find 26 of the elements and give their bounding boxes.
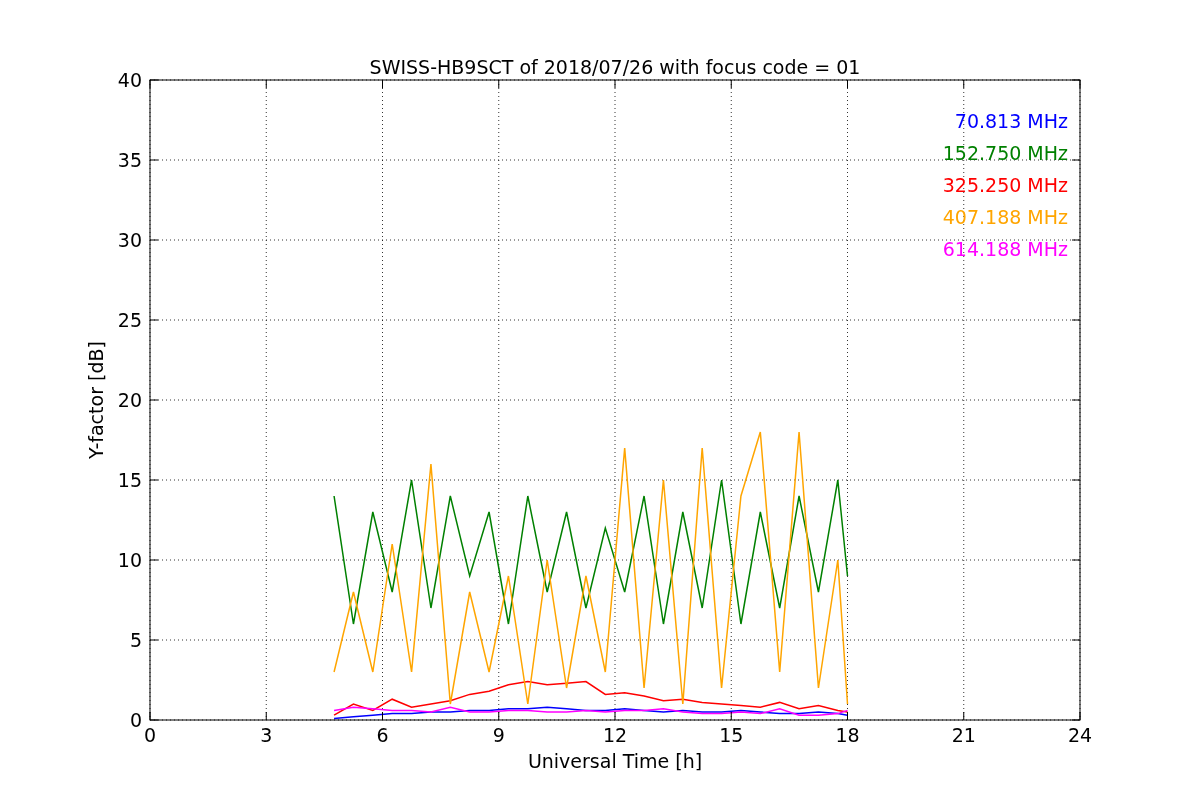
legend-label: 70.813 MHz [954,110,1068,132]
y-tick-label: 20 [117,389,142,411]
y-tick-label: 25 [117,309,142,331]
x-axis-label: Universal Time [h] [527,750,703,772]
x-tick-label: 18 [835,724,860,746]
y-axis-label: Y-factor [dB] [85,341,107,459]
legend-label: 325.250 MHz [942,174,1068,196]
chart-title: SWISS-HB9SCT of 2018/07/26 with focus code = 01 [369,56,861,78]
x-tick-label: 21 [951,724,976,746]
legend-label: 152.750 MHz [942,142,1068,164]
x-tick-label: 12 [602,724,628,746]
y-tick-label: 30 [117,229,142,251]
y-tick-label: 15 [117,469,142,491]
x-tick-label: 6 [376,724,389,746]
y-tick-label: 0 [129,709,142,731]
x-tick-label: 9 [492,724,505,746]
y-tick-label: 5 [129,629,142,651]
legend-label: 614.188 MHz [942,238,1068,260]
x-tick-label: 0 [143,724,157,746]
y-tick-label: 10 [117,549,142,571]
y-tick-label: 35 [117,149,142,171]
x-tick-label: 3 [260,724,273,746]
y-tick-label: 40 [117,69,142,91]
legend-label: 407.188 MHz [942,206,1068,228]
x-tick-label: 15 [719,724,744,746]
x-tick-label: 24 [1067,724,1093,746]
